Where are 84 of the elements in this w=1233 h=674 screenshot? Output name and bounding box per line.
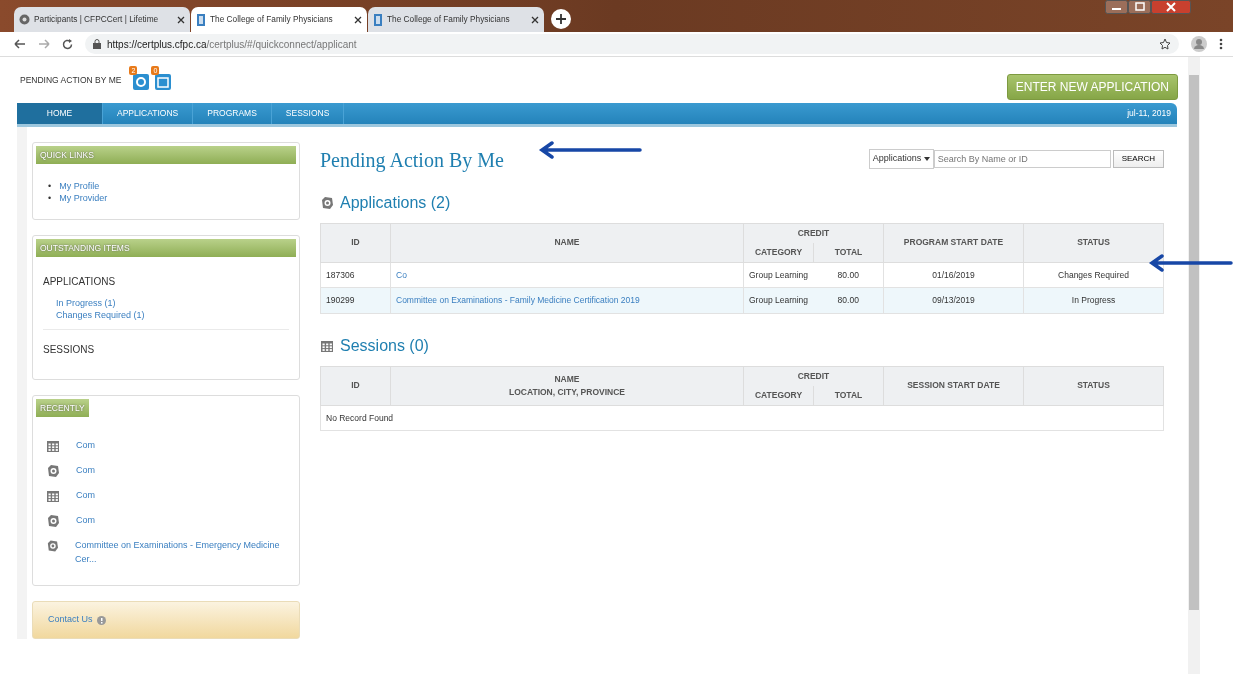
search-field[interactable]: Search By Name or ID: [933, 149, 1111, 168]
recent-link[interactable]: Com: [76, 439, 95, 456]
close-icon[interactable]: [177, 15, 185, 24]
table-cell: 09/13/2019: [932, 295, 975, 306]
table-cell: 190299: [326, 295, 355, 306]
table-cell: 80.00: [837, 295, 859, 306]
panel-title: QUICK LINKS: [36, 146, 296, 164]
help-icon[interactable]: [96, 615, 106, 625]
address-bar[interactable]: https://certplus.cfpc.ca/certplus/#/quickconnect/applicant: [85, 34, 1179, 54]
gear-icon: [46, 514, 60, 528]
contact-link[interactable]: Contact Us: [48, 613, 106, 627]
shield-logo-icon: [373, 13, 383, 26]
page-title: Pending Action By Me: [320, 148, 504, 174]
close-icon[interactable]: [531, 15, 539, 24]
column-header: CATEGORY: [754, 389, 803, 400]
panel-title: RECENTLY: [36, 399, 89, 417]
star-icon[interactable]: [1159, 38, 1171, 50]
column-header: CREDIT: [797, 228, 830, 238]
table-cell: Group Learning: [749, 269, 809, 280]
search-button[interactable]: SEARCH: [1112, 149, 1164, 168]
column-header: CREDIT: [797, 371, 830, 381]
table-cell: Group Learning: [749, 295, 809, 306]
column-header: STATUS: [1077, 380, 1110, 391]
gear-icon: [46, 464, 60, 478]
sidebar-link[interactable]: Changes Required (1): [56, 310, 145, 320]
column-header: TOTAL: [834, 389, 863, 400]
empty-message: No Record Found: [326, 412, 394, 423]
section-label: APPLICATIONS: [43, 275, 117, 289]
new-tab-icon[interactable]: [551, 9, 571, 29]
column-header: STATUS: [1077, 237, 1110, 248]
applications-icon: [320, 196, 334, 210]
caret-icon: [923, 156, 930, 161]
browser-tab[interactable]: The College of Family Physicians: [368, 7, 544, 32]
column-header: NAME: [554, 237, 580, 248]
reload-icon[interactable]: [62, 38, 73, 50]
profile-icon[interactable]: [1191, 36, 1207, 52]
scope-dropdown[interactable]: Applications: [868, 149, 934, 169]
bullet: •: [48, 192, 52, 204]
table-cell: 80.00: [837, 269, 859, 280]
application-link[interactable]: Co: [396, 269, 407, 280]
applications-icon[interactable]: [133, 74, 150, 90]
bullet: •: [48, 180, 52, 192]
column-header: SESSION START DATE: [907, 380, 1000, 391]
lock-icon: [93, 39, 101, 49]
nav-tab[interactable]: SESSIONS: [271, 103, 345, 124]
gear-icon: [19, 14, 30, 25]
table-cell: 01/16/2019: [932, 269, 975, 280]
gear-icon: [46, 539, 59, 553]
sidebar-link[interactable]: My Provider: [59, 192, 108, 204]
menu-icon[interactable]: [1219, 38, 1223, 50]
panel-title: OUTSTANDING ITEMS: [36, 239, 296, 257]
pending-label: PENDING ACTION BY ME: [20, 73, 122, 87]
minimize-button[interactable]: [1105, 0, 1128, 14]
back-icon[interactable]: [14, 39, 26, 49]
recent-link[interactable]: Com: [76, 464, 95, 481]
column-header: LOCATION, CITY, PROVINCE: [508, 385, 626, 399]
nav-tab[interactable]: HOME: [17, 103, 103, 124]
table-cell: In Progress: [1071, 295, 1116, 306]
table-cell: Changes Required: [1058, 269, 1129, 280]
sidebar-link[interactable]: In Progress (1): [56, 298, 116, 308]
recent-link[interactable]: Committee on Examinations - Emergency Medicine Cer...: [74, 539, 286, 566]
shield-logo-icon: [196, 13, 206, 26]
sidebar-link[interactable]: My Profile: [59, 180, 100, 192]
date-label: jul-11, 2019: [1127, 107, 1172, 120]
section-heading: Sessions (0): [340, 336, 429, 356]
column-header: ID: [351, 380, 360, 391]
recent-link[interactable]: Com: [76, 489, 95, 506]
browser-tab[interactable]: The College of Family Physicians: [191, 7, 367, 32]
recent-link[interactable]: Com: [76, 514, 95, 531]
section-label: SESSIONS: [43, 343, 96, 357]
column-header: TOTAL: [834, 246, 863, 257]
nav-tab[interactable]: APPLICATIONS: [103, 103, 194, 124]
scrollbar-thumb[interactable]: [1189, 75, 1199, 610]
maximize-button[interactable]: [1128, 0, 1151, 14]
column-header: ID: [351, 237, 360, 248]
column-header: PROGRAM START DATE: [903, 237, 1004, 248]
table-cell: 187306: [326, 269, 355, 280]
column-header: CATEGORY: [754, 246, 803, 257]
close-button[interactable]: [1151, 0, 1191, 14]
browser-tab[interactable]: Participants | CFPCCert | Lifetime: [14, 7, 190, 32]
section-heading: Applications (2): [340, 193, 451, 213]
close-icon[interactable]: [354, 15, 362, 24]
column-header: NAME: [553, 373, 581, 386]
nav-tab[interactable]: PROGRAMS: [193, 103, 272, 124]
